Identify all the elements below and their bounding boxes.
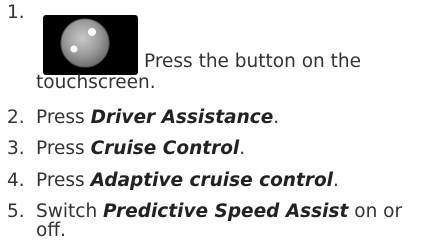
menu-term: Driver Assistance xyxy=(90,107,274,128)
menu-term: Adaptive cruise control xyxy=(90,170,333,191)
list-item-step-2: 2. Press Driver Assistance. xyxy=(0,107,437,129)
step-number: 1. xyxy=(7,2,25,23)
step-suffix: . xyxy=(239,138,246,159)
step-prefix: Press xyxy=(36,107,91,128)
step-number: 3. xyxy=(7,138,25,159)
step-text: Press Cruise Control. xyxy=(36,138,245,160)
list-item-step-5: 5. Switch Predictive Speed Assist on or … xyxy=(0,201,437,243)
menu-term: Predictive Speed Assist xyxy=(103,201,349,222)
step-text: Switch Predictive Speed Assist on or xyxy=(36,201,402,223)
step-text-continued: off. xyxy=(36,220,66,241)
list-item-step-4: 4. Press Adaptive cruise control. xyxy=(0,170,437,192)
step-text: Press the button on the xyxy=(144,51,361,72)
step-number: 2. xyxy=(7,107,25,128)
step-number: 4. xyxy=(7,170,25,191)
step-suffix: . xyxy=(273,107,280,128)
step-suffix: . xyxy=(333,170,339,191)
step-prefix: Press xyxy=(36,170,91,191)
step-text: Press Adaptive cruise control. xyxy=(36,170,339,192)
step-prefix: Switch xyxy=(36,201,104,222)
list-item-step-3: 3. Press Cruise Control. xyxy=(0,138,437,160)
menu-term: Cruise Control xyxy=(90,138,240,159)
list-item-step-1: 1. Press the button on the touchscreen. xyxy=(0,2,437,93)
step-suffix: on or xyxy=(348,201,403,222)
step-text: Press Driver Assistance. xyxy=(36,107,279,129)
step-number: 5. xyxy=(7,201,25,222)
step-text-continued: touchscreen. xyxy=(36,72,156,93)
document-page: { "steps": [ { "number": "1.", "before":… xyxy=(0,0,437,243)
round-touchscreen-button-icon xyxy=(43,15,138,75)
step-prefix: Press xyxy=(36,138,91,159)
